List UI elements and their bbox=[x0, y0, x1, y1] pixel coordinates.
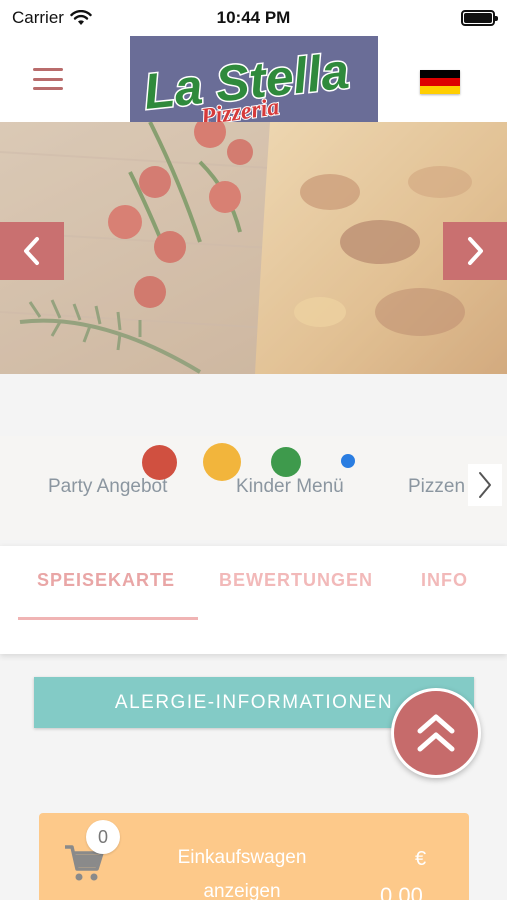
scroll-to-top-button[interactable] bbox=[391, 688, 481, 778]
double-chevron-up-icon bbox=[417, 714, 455, 752]
tab-speisekarte[interactable]: SPEISEKARTE bbox=[37, 570, 175, 591]
allergy-info-label: ALERGIE-INFORMATIONEN bbox=[114, 691, 394, 713]
tab-info[interactable]: INFO bbox=[421, 570, 468, 591]
chevron-right-icon bbox=[468, 237, 483, 265]
carrier-label: Carrier bbox=[12, 8, 64, 27]
status-bar: Carrier 10:44 PM bbox=[0, 0, 507, 36]
category-party-angebot[interactable]: Party Angebot bbox=[48, 476, 167, 498]
cart-total: 0.00 bbox=[380, 883, 423, 900]
tab-bewertungen[interactable]: BEWERTUNGEN bbox=[219, 570, 373, 591]
cart-count-badge: 0 bbox=[86, 820, 120, 854]
carousel-prev-button[interactable] bbox=[0, 222, 64, 280]
cart-label: Einkaufswagen anzeigen bbox=[177, 847, 307, 900]
flag-stripe-black bbox=[420, 70, 460, 78]
view-cart-button[interactable]: 0 Einkaufswagen anzeigen € 0.00 bbox=[39, 813, 469, 900]
loading-dot-red bbox=[142, 445, 177, 480]
category-strip: Party Angebot Kinder Menü Pizzen bbox=[0, 436, 507, 540]
menu-icon[interactable] bbox=[33, 68, 63, 90]
tab-bar: SPEISEKARTE BEWERTUNGEN INFO bbox=[0, 546, 507, 654]
hero-carousel bbox=[0, 122, 507, 374]
wifi-icon bbox=[70, 10, 92, 25]
category-next-button[interactable] bbox=[468, 464, 502, 506]
category-kinder-menu[interactable]: Kinder Menü bbox=[236, 476, 344, 498]
chevron-right-icon bbox=[479, 472, 491, 498]
flag-stripe-gold bbox=[420, 86, 460, 94]
chevron-left-icon bbox=[24, 237, 39, 265]
pizza-image bbox=[0, 122, 507, 374]
cart-currency: € bbox=[415, 848, 427, 870]
category-pizzen[interactable]: Pizzen bbox=[408, 476, 465, 498]
carousel-next-button[interactable] bbox=[443, 222, 507, 280]
german-flag-icon[interactable] bbox=[420, 70, 460, 94]
app-screen: Carrier 10:44 PM La Stella Pizzeria Part… bbox=[0, 0, 507, 900]
battery-icon bbox=[461, 10, 498, 26]
battery-fill bbox=[464, 13, 492, 23]
loading-dot-green bbox=[271, 447, 301, 477]
restaurant-logo: La Stella Pizzeria bbox=[130, 36, 378, 122]
app-header: La Stella Pizzeria bbox=[0, 36, 507, 122]
active-tab-indicator bbox=[18, 617, 198, 620]
flag-stripe-red bbox=[420, 78, 460, 86]
loading-dot-blue bbox=[341, 454, 355, 468]
status-left: Carrier bbox=[12, 8, 92, 28]
